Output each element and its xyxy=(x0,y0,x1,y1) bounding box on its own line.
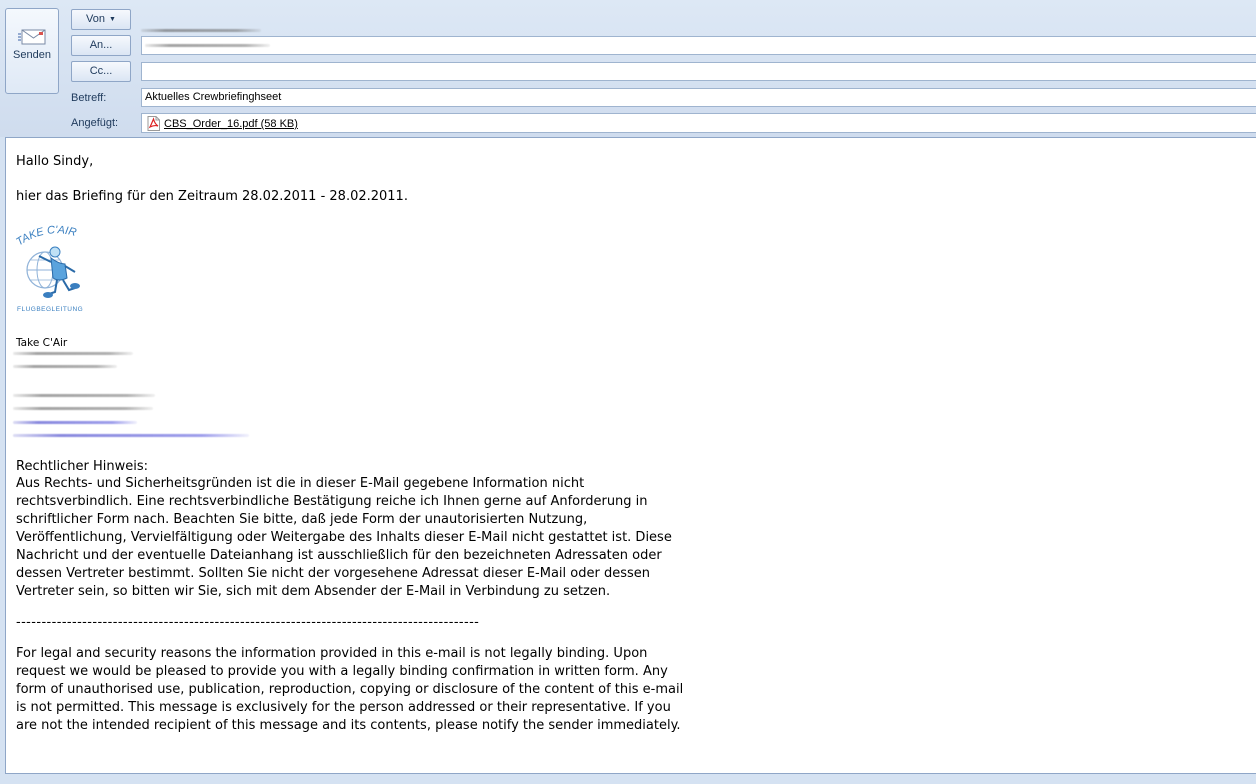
svg-text:FLUGBEGLEITUNG: FLUGBEGLEITUNG xyxy=(17,306,83,313)
signature-redacted-3 xyxy=(13,394,155,397)
send-label: Senden xyxy=(13,49,51,61)
chevron-down-icon: ▼ xyxy=(109,16,116,23)
cc-label: Cc... xyxy=(89,65,113,77)
message-body[interactable]: Hallo Sindy, hier das Briefing für den Z… xyxy=(5,137,1256,774)
from-value xyxy=(141,29,261,32)
legal-title: Rechtlicher Hinweis: xyxy=(16,459,149,474)
legal-notice-en: For legal and security reasons the infor… xyxy=(16,646,684,733)
take-cair-logo: TAKE C'AIR FLUGBEGLEITUNG xyxy=(14,222,91,314)
signature-company: Take C'Air xyxy=(16,337,68,349)
svg-text:TAKE C'AIR: TAKE C'AIR xyxy=(15,224,78,248)
attached-label: Angefügt: xyxy=(71,117,119,129)
legal-notice-de: Aus Rechts- und Sicherheitsgründen ist d… xyxy=(16,476,672,599)
send-button[interactable]: Senden xyxy=(5,8,59,94)
cc-field[interactable] xyxy=(141,62,1256,81)
from-label: Von xyxy=(86,13,106,25)
attachment-link[interactable]: CBS_Order_16.pdf (58 KB) xyxy=(164,118,298,130)
to-field[interactable] xyxy=(141,36,1256,55)
greeting: Hallo Sindy, xyxy=(16,154,94,169)
cc-button[interactable]: Cc... xyxy=(71,61,131,82)
subject-field[interactable]: Aktuelles Crewbriefinghseet xyxy=(141,88,1256,107)
pdf-icon xyxy=(147,116,160,131)
subject-label: Betreff: xyxy=(71,92,107,104)
to-button[interactable]: An... xyxy=(71,35,131,56)
signature-redacted-1 xyxy=(13,352,133,355)
to-label: An... xyxy=(89,39,113,51)
intro-text: hier das Briefing für den Zeitraum 28.02… xyxy=(16,189,408,204)
envelope-send-icon xyxy=(18,29,46,45)
signature-redacted-4 xyxy=(13,407,153,410)
to-value xyxy=(145,44,270,47)
signature-redacted-2 xyxy=(13,365,117,368)
attachment-field: CBS_Order_16.pdf (58 KB) xyxy=(141,113,1256,133)
from-value-redacted xyxy=(141,17,261,36)
bottom-edge xyxy=(0,774,1256,784)
separator-line: ----------------------------------------… xyxy=(16,615,480,630)
from-button[interactable]: Von ▼ xyxy=(71,9,131,30)
signature-redacted-website[interactable] xyxy=(13,434,249,437)
message-header: Senden Von ▼ An... Cc... Betreff: Aktuell… xyxy=(0,0,1256,137)
logo-graphic: TAKE C'AIR FLUGBEGLEITUNG xyxy=(14,224,83,313)
signature-redacted-email[interactable] xyxy=(13,421,137,424)
